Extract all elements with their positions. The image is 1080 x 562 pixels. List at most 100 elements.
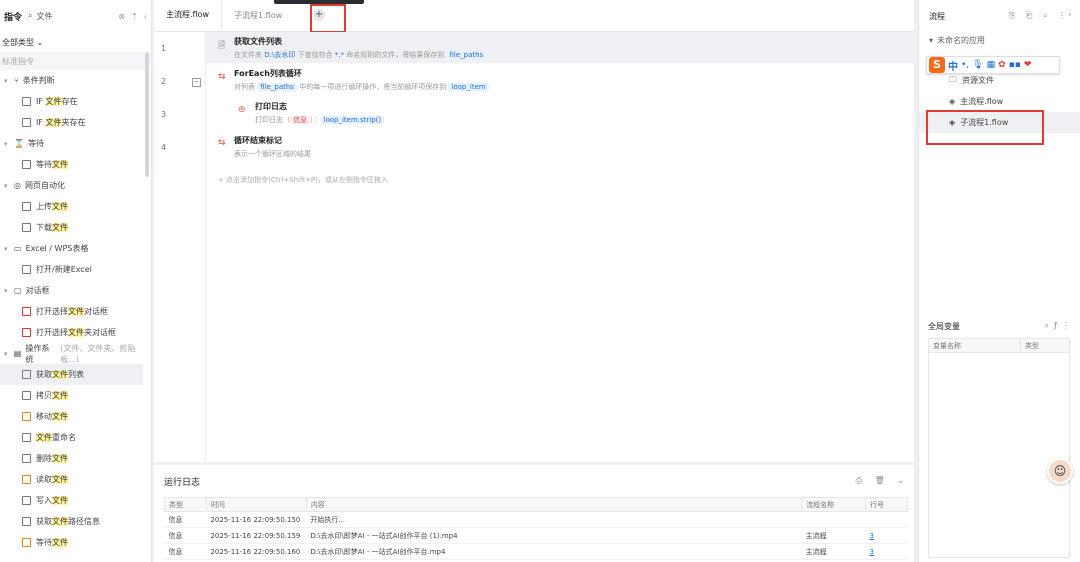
flow-label: 主流程.flow [960, 97, 1004, 106]
log-cell [801, 511, 866, 528]
search-icon[interactable]: ⌕ [1043, 11, 1051, 20]
command-icon [22, 391, 31, 400]
command-item[interactable]: 打开/新建Excel [0, 259, 151, 280]
command-label: 获取文件路径信息 [36, 517, 100, 526]
command-item[interactable]: IF 文件存在 [0, 91, 151, 112]
step-title: 循环结束标记 [234, 136, 282, 145]
flow-item-main[interactable]: ◈ 主流程.flow [919, 91, 1080, 112]
log-cell: 2025-11-16 22:09:50.160 [206, 543, 307, 560]
command-item[interactable]: 拷贝文件 [0, 385, 151, 406]
system-icon: ▤ [13, 349, 22, 358]
function-icon[interactable]: ƒ [1054, 321, 1057, 330]
command-item[interactable]: 等待文件 [0, 532, 151, 553]
command-item[interactable]: 写入文件 [0, 490, 151, 511]
column-header: 时间 [205, 497, 307, 512]
collapse-all-icon[interactable]: ⇡ [131, 12, 138, 21]
annotation-box [926, 110, 1044, 145]
command-category[interactable]: ▾ ⌛ 等待 [0, 133, 151, 154]
dialog-icon: ▢ [14, 286, 22, 295]
column-header: 行号 [865, 497, 908, 512]
command-category[interactable]: ▾ ▢ 对话框 [0, 280, 151, 301]
command-item[interactable]: 获取文件列表 [0, 364, 143, 385]
flow-panel-title: 流程 [929, 11, 945, 21]
command-item[interactable]: IF 文件夹存在 [0, 112, 151, 133]
spreadsheet-icon: ▭ [14, 244, 22, 253]
new-flow-icon[interactable]: ⎘ [1009, 11, 1019, 20]
command-panel-title: 指令 [4, 12, 23, 23]
step-get-file-list[interactable]: 获取文件列表 在文件夹 D:\去水印 下查找符合 *.* 命名规则的文件，将结果… [234, 36, 487, 60]
type-filter-dropdown[interactable]: 全部类型 ⌄ [0, 32, 151, 52]
command-panel: 指令 ⌕ 文件 ⊗ ⇡ ‹ 全部类型 ⌄ 标准指令 ▾ ⑂ 条件判断 IF 文件存在 I… [0, 0, 152, 562]
command-label: 写入文件 [36, 496, 68, 505]
toolbox-icon[interactable]: ▪▪ [1009, 60, 1021, 70]
step-description: 在文件夹 D:\去水印 下查找符合 *.* 命名规则的文件，将结果保存到 fil… [234, 50, 487, 60]
command-item[interactable]: 获取文件路径信息 [0, 511, 151, 532]
collapse-right-panel-icon[interactable]: › [1068, 10, 1072, 20]
log-cell: D:\去水印\即梦AI - 一站式AI创作平台.mp4 [306, 543, 802, 560]
assistant-avatar[interactable]: ☺ [1047, 458, 1073, 484]
collapse-log-icon[interactable]: ⌄ [897, 476, 904, 485]
command-item[interactable]: 读取文件 [0, 469, 151, 490]
command-item[interactable]: 文件重命名 [0, 427, 151, 448]
emoji-icon[interactable]: ❤ [1024, 60, 1032, 70]
flow-panel-header: 流程 ⎘ ⎗ ⌕ ⋮ [919, 0, 1080, 32]
command-category[interactable]: ▾ ⑂ 条件判断 [0, 70, 151, 91]
command-item[interactable]: 下载文件 [0, 217, 151, 238]
command-search-input[interactable]: ⌕ 文件 [28, 11, 112, 22]
command-label: 等待文件 [36, 160, 68, 169]
clear-search-icon[interactable]: ⊗ [118, 12, 125, 21]
column-header: 类型 [1020, 338, 1070, 353]
caret-down-icon: ▾ [4, 181, 8, 190]
line-link[interactable]: 3 [865, 543, 908, 560]
command-item[interactable]: 上传文件 [0, 196, 151, 217]
command-label: 等待文件 [36, 538, 68, 547]
command-panel-scrollbar[interactable] [145, 52, 149, 177]
copy-flow-icon[interactable]: ⎗ [1026, 11, 1036, 20]
command-item[interactable]: 移动文件 [0, 406, 151, 427]
global-variables-header: 全局变量 ⌕ ƒ ⋮ [918, 318, 1080, 334]
caret-down-icon: ▾ [4, 349, 8, 358]
command-category[interactable]: ▾ ◎ 网页自动化 [0, 175, 151, 196]
export-log-icon[interactable]: ⎙ [856, 476, 862, 485]
command-item[interactable]: 删除文件 [0, 448, 151, 469]
command-icon [22, 223, 31, 232]
category-subtitle: (文件、文件夹、剪贴板...) [60, 343, 136, 364]
command-item[interactable]: 打开选择文件对话框 [0, 301, 151, 322]
hourglass-icon: ⌛ [14, 139, 24, 148]
tab-main-flow[interactable]: 主流程.flow [154, 0, 223, 31]
chevron-down-icon: ⌄ [34, 37, 44, 47]
column-header: 变量名称 [928, 338, 1021, 353]
command-label: 打开选择文件对话框 [36, 307, 108, 316]
command-icon [22, 433, 31, 442]
fold-toggle-icon[interactable]: − [192, 78, 201, 87]
line-link[interactable] [865, 511, 908, 528]
command-item[interactable]: 等待文件 [0, 154, 151, 175]
log-cell: 信息 [164, 543, 207, 560]
command-icon [22, 454, 31, 463]
command-item[interactable]: 打开选择文件夹对话框 [0, 322, 151, 343]
line-number: 3 [161, 110, 167, 119]
search-icon[interactable]: ⌕ [1045, 321, 1049, 330]
input-method-toolbar[interactable]: S 中 •, 🎙 ▦ ✿ ▪▪ ❤ [926, 56, 1060, 74]
step-loop-end[interactable]: 循环结束标记 表示一个循环区域的结尾 [234, 135, 311, 159]
add-command-hint[interactable]: + 点击添加指令(Ctrl+Shift+P)，或从左侧指令区拖入 [218, 175, 388, 185]
collapse-panel-icon[interactable]: ‹ [144, 12, 147, 21]
more-icon[interactable]: ⋮ [1062, 321, 1070, 330]
category-label: 等待 [27, 139, 44, 148]
skin-icon[interactable]: ✿ [998, 60, 1006, 70]
log-cell: 2025-11-16 22:09:50.150 [206, 511, 307, 528]
app-tree-node[interactable]: ▾ 未命名的应用 [919, 32, 1080, 48]
line-number: 2 [161, 77, 167, 86]
flow-tabs: 主流程.flow 子流程1.flow [154, 0, 914, 32]
clear-log-icon[interactable]: 🗑 [875, 476, 885, 485]
line-link[interactable]: 3 [865, 527, 908, 544]
keyboard-icon[interactable]: ▦ [987, 60, 996, 70]
punctuation-icon[interactable]: •, [961, 60, 969, 70]
tab-sub-flow-1[interactable]: 子流程1.flow [222, 0, 294, 31]
command-category[interactable]: ▾ ▤ 操作系统 (文件、文件夹、剪贴板...) [0, 343, 151, 364]
ime-language[interactable]: 中 [948, 58, 958, 73]
microphone-icon[interactable]: 🎙 [972, 60, 983, 70]
command-category[interactable]: ▾ ▭ Excel / WPS表格 [0, 238, 151, 259]
step-print-log[interactable]: 打印日志 打印日志（ 信息）： loop_item.strip() [255, 101, 385, 125]
step-foreach-loop[interactable]: ForEach列表循环 对列表 file_paths 中的每一项进行循环操作，将… [234, 68, 489, 92]
